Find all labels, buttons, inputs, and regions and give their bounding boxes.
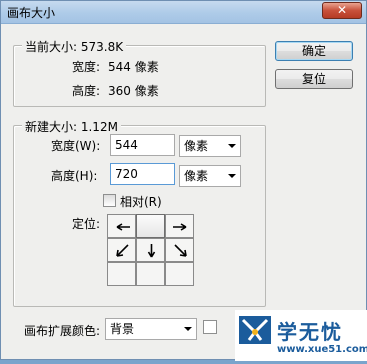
new-height-label: 高度(H): (51, 169, 98, 183)
current-width-label: 宽度: (72, 60, 101, 74)
height-unit-select[interactable]: 像素 (179, 165, 241, 187)
height-input[interactable]: 720 (110, 163, 175, 185)
width-unit-value: 像素 (184, 139, 209, 153)
canvas-ext-color-swatch[interactable] (203, 320, 217, 334)
current-height-label: 高度: (72, 84, 101, 98)
anchor-middle-center[interactable] (136, 238, 165, 262)
arrow-down-icon (147, 244, 156, 258)
anchor-bottom-right[interactable] (165, 262, 194, 286)
arrow-left-icon (116, 223, 130, 231)
anchor-top-right[interactable] (165, 214, 194, 238)
width-input[interactable]: 544 (110, 134, 175, 156)
dialog-title: 画布大小 (7, 6, 56, 20)
watermark-url: www.xue51.com (277, 344, 367, 355)
arrow-down-right-icon (174, 244, 187, 257)
anchor-middle-right[interactable] (165, 238, 194, 262)
new-size-group: 新建大小: 1.12M 宽度(W): 544 像素 高度(H): 720 像素 … (13, 118, 266, 307)
current-height-value: 360 像素 (108, 84, 159, 98)
arrow-right-icon (173, 223, 187, 231)
anchor-grid (107, 214, 194, 286)
close-button[interactable]: ✕ (322, 2, 362, 19)
anchor-bottom-center[interactable] (136, 262, 165, 286)
anchor-bottom-left[interactable] (107, 262, 136, 286)
chevron-down-icon (184, 327, 192, 331)
relative-label[interactable]: 相对(R) (120, 193, 162, 210)
current-size-label: 当前大小: 573.8K (22, 38, 127, 55)
chevron-down-icon (228, 174, 236, 178)
watermark-text: 学无忧 (277, 320, 343, 344)
current-width-value: 544 像素 (108, 60, 159, 74)
anchor-label: 定位: (72, 217, 101, 231)
width-unit-select[interactable]: 像素 (179, 135, 241, 157)
new-width-label: 宽度(W): (51, 139, 101, 153)
canvas-ext-value: 背景 (110, 322, 135, 336)
new-size-label: 新建大小: 1.12M (22, 118, 121, 135)
anchor-top-left[interactable] (107, 214, 136, 238)
canvas-ext-label: 画布扩展颜色: (24, 324, 101, 338)
ok-button[interactable]: 确定 (275, 41, 353, 61)
anchor-middle-left[interactable] (107, 238, 136, 262)
arrow-down-left-icon (116, 244, 129, 257)
anchor-top-center[interactable] (136, 214, 165, 238)
canvas-size-dialog: 画布大小 ✕ 当前大小: 573.8K 宽度: 544 像素 高度: 360 像… (0, 0, 367, 361)
reset-button[interactable]: 复位 (275, 69, 353, 89)
height-unit-value: 像素 (184, 169, 209, 183)
chevron-down-icon (228, 144, 236, 148)
relative-checkbox[interactable] (103, 194, 116, 207)
current-size-group: 当前大小: 573.8K 宽度: 544 像素 高度: 360 像素 (13, 38, 266, 107)
title-bar[interactable]: 画布大小 ✕ (1, 1, 366, 24)
watermark-logo: 学无忧 www.xue51.com (235, 310, 367, 361)
canvas-ext-select[interactable]: 背景 (105, 318, 197, 340)
